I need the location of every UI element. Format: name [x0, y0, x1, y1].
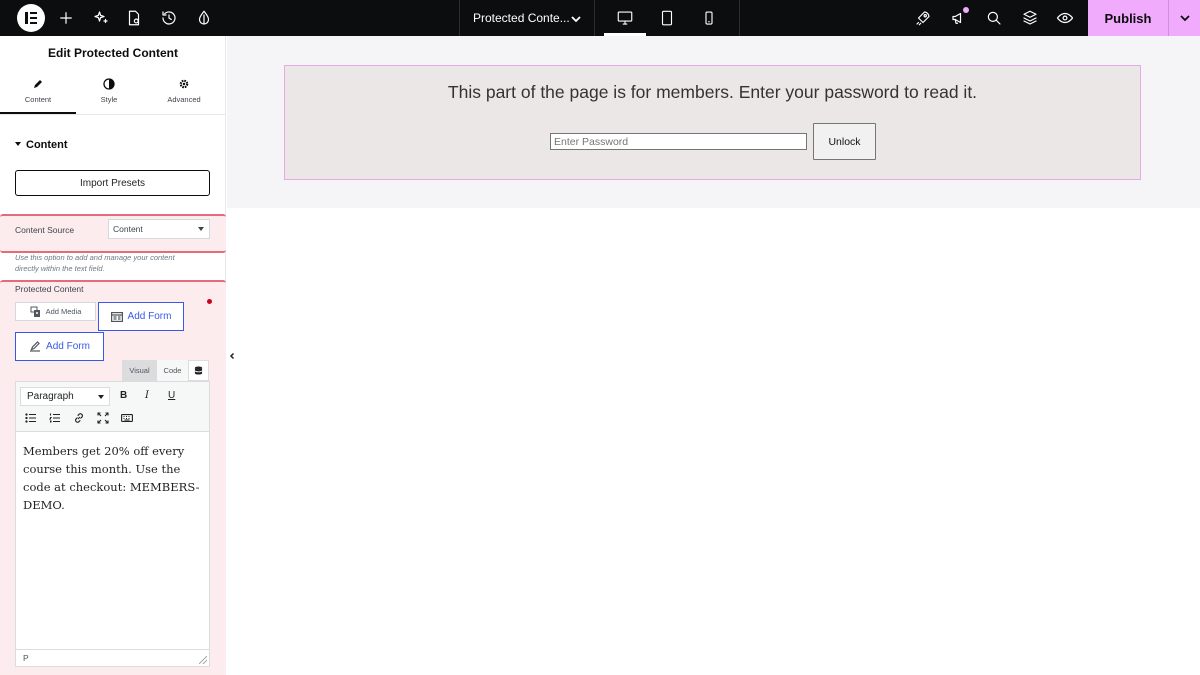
caret-down-icon	[15, 142, 21, 147]
elementor-logo-icon[interactable]	[17, 4, 45, 32]
notification-dot	[963, 7, 969, 13]
divider	[594, 0, 595, 36]
tab-style[interactable]: Style	[76, 78, 142, 114]
form-icon	[110, 311, 123, 322]
bold-button[interactable]: B	[120, 390, 127, 401]
panel-title: Edit Protected Content	[47, 46, 178, 60]
content-source-value: Content	[113, 224, 143, 234]
content-source-select[interactable]: Content	[108, 219, 210, 239]
password-input[interactable]	[550, 133, 807, 150]
form-edit-icon	[30, 340, 41, 352]
half-circle-icon	[103, 78, 115, 90]
rocket-icon[interactable]	[911, 6, 935, 30]
content-source-label: Content Source	[15, 225, 75, 235]
tab-visual[interactable]: Visual	[122, 360, 157, 381]
add-media-icon	[30, 306, 40, 317]
section-title: Content	[26, 139, 68, 151]
underline-button[interactable]: U	[168, 390, 175, 401]
section-toggle-content[interactable]: Content	[15, 139, 68, 151]
format-select-value: Paragraph	[27, 391, 74, 402]
tab-label: Content	[24, 95, 52, 104]
caret-down-icon	[98, 395, 104, 399]
italic-button[interactable]: I	[145, 390, 149, 401]
protected-content-label: Protected Content	[15, 284, 84, 294]
protected-content-widget[interactable]: This part of the page is for members. En…	[284, 65, 1141, 180]
dynamic-tags-button[interactable]	[188, 360, 209, 381]
desktop-view-icon[interactable]	[613, 6, 637, 30]
editor-panel: Edit Protected Content Content Style Adv…	[0, 36, 226, 675]
database-icon	[194, 366, 203, 375]
add-form-label: Add Form	[127, 311, 172, 322]
chevron-down-icon	[1179, 15, 1190, 22]
history-icon[interactable]	[157, 6, 181, 30]
editor-toolbar: Paragraph B I U	[16, 382, 209, 432]
publish-options-button[interactable]	[1168, 0, 1200, 36]
divider	[739, 0, 740, 36]
add-element-icon[interactable]	[54, 6, 78, 30]
required-indicator	[207, 299, 212, 304]
tablet-view-icon[interactable]	[655, 6, 679, 30]
divider	[0, 114, 226, 115]
add-form-button[interactable]: Add Form	[98, 302, 184, 331]
format-select[interactable]: Paragraph	[20, 387, 110, 406]
ai-sparkle-icon[interactable]	[89, 6, 113, 30]
fullscreen-icon[interactable]	[97, 411, 109, 424]
element-path[interactable]: P	[23, 653, 29, 663]
text-editor[interactable]: Paragraph B I U Members get 20% off ever	[15, 381, 210, 667]
content-source-help: Use this option to add and manage your c…	[15, 253, 175, 273]
gear-icon	[179, 79, 189, 89]
top-bar: Protected Conte... Publish	[0, 0, 1200, 36]
tab-code[interactable]: Code	[157, 360, 188, 381]
add-media-button[interactable]: Add Media	[15, 302, 96, 321]
import-presets-button[interactable]: Import Presets	[15, 170, 210, 196]
editor-content[interactable]: Members get 20% off every course this mo…	[23, 442, 205, 514]
tab-advanced[interactable]: Advanced	[142, 78, 226, 114]
add-form-button-2[interactable]: Add Form	[15, 332, 104, 361]
divider	[459, 0, 460, 36]
resize-handle-icon[interactable]	[199, 656, 207, 664]
add-form-label: Add Form	[46, 341, 90, 352]
bullet-list-icon[interactable]	[25, 411, 37, 423]
publish-button[interactable]: Publish	[1088, 0, 1168, 36]
collapse-panel-button[interactable]	[226, 338, 238, 374]
tab-content[interactable]: Content	[0, 78, 76, 114]
chevron-left-icon	[229, 352, 235, 360]
preview-eye-icon[interactable]	[1053, 6, 1077, 30]
structure-layers-icon[interactable]	[1018, 6, 1042, 30]
keyboard-icon[interactable]	[121, 411, 133, 423]
link-icon[interactable]	[73, 411, 85, 423]
add-media-label: Add Media	[45, 307, 82, 316]
document-title[interactable]: Protected Conte...	[473, 0, 570, 36]
unlock-button[interactable]: Unlock	[813, 123, 876, 160]
page-settings-icon[interactable]	[122, 6, 146, 30]
editor-statusbar: P	[16, 649, 209, 666]
numbered-list-icon[interactable]	[48, 411, 61, 423]
tab-label: Style	[100, 95, 118, 104]
mobile-view-icon[interactable]	[697, 6, 721, 30]
chevron-down-icon[interactable]	[570, 12, 582, 24]
tab-label: Advanced	[167, 95, 201, 104]
caret-down-icon	[198, 227, 204, 231]
protected-notice: This part of the page is for members. En…	[447, 82, 978, 102]
pencil-icon	[34, 80, 42, 88]
search-icon[interactable]	[982, 6, 1006, 30]
site-settings-drop-icon[interactable]	[192, 6, 216, 30]
